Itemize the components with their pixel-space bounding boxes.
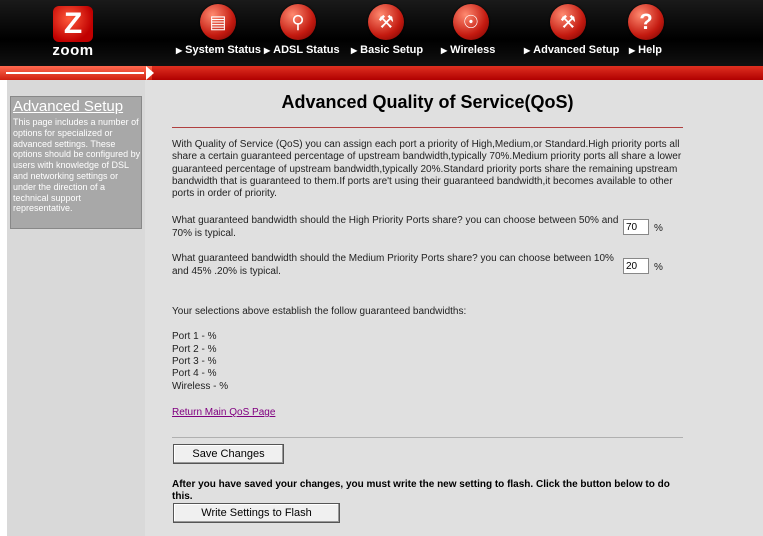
nav-advanced-setup-label[interactable]: Advanced Setup [533, 44, 619, 56]
high-priority-question: What guaranteed bandwidth should the Hig… [172, 215, 619, 239]
port-4-bandwidth: Port 4 - % [172, 368, 217, 379]
sidebar-description: This page includes a number of options f… [13, 117, 141, 214]
nav-basic-setup[interactable]: ⚒ ▶ Basic Setup [351, 0, 423, 66]
port-2-bandwidth: Port 2 - % [172, 344, 217, 355]
nav-advanced-setup[interactable]: ⚒ ▶ Advanced Setup [524, 0, 619, 66]
sidebar-title: Advanced Setup [13, 98, 124, 115]
wrench-icon[interactable]: ⚒ [368, 4, 404, 40]
logo-badge: Z [53, 6, 93, 42]
zoom-logo: Z zoom [40, 6, 106, 60]
magnifier-icon[interactable]: ⚲ [280, 4, 316, 40]
nav-adsl-status-label[interactable]: ADSL Status [273, 44, 339, 56]
sidebar-info-box: Advanced Setup This page includes a numb… [10, 96, 142, 229]
title-divider [172, 127, 683, 128]
question-icon[interactable]: ? [628, 4, 664, 40]
main-content: Advanced Quality of Service(QoS) With Qu… [145, 80, 763, 536]
nav-wireless-label[interactable]: Wireless [450, 44, 495, 56]
intro-text: With Quality of Service (QoS) you can as… [172, 139, 682, 200]
port-1-bandwidth: Port 1 - % [172, 331, 217, 342]
nav-adsl-status[interactable]: ⚲ ▶ ADSL Status [264, 0, 340, 66]
nav-system-status[interactable]: ▤ ▶ System Status [176, 0, 261, 66]
sidebar: Advanced Setup This page includes a numb… [7, 80, 145, 536]
nav-basic-setup-label[interactable]: Basic Setup [360, 44, 423, 56]
nav-wireless[interactable]: ☉ ▶ Wireless [441, 0, 506, 66]
document-icon[interactable]: ▤ [200, 4, 236, 40]
logo-text: zoom [52, 42, 94, 59]
arrow-line [6, 72, 144, 74]
page-title: Advanced Quality of Service(QoS) [281, 92, 574, 112]
write-settings-to-flash-button[interactable]: Write Settings to Flash [173, 503, 340, 523]
tools-icon[interactable]: ⚒ [550, 4, 586, 40]
medium-priority-bandwidth-input[interactable] [623, 258, 649, 274]
nav-help[interactable]: ? ▶ Help [626, 0, 676, 66]
high-percent-label: % [654, 223, 663, 234]
section-divider [172, 437, 683, 438]
high-priority-bandwidth-input[interactable] [623, 219, 649, 235]
selections-text: Your selections above establish the foll… [172, 306, 467, 317]
wireless-bandwidth: Wireless - % [172, 381, 229, 392]
top-header: Z zoom ▤ ▶ System Status ⚲ ▶ ADSL Status ⚒… [0, 0, 763, 66]
medium-percent-label: % [654, 262, 663, 273]
nav-system-status-label[interactable]: System Status [185, 44, 261, 56]
return-main-qos-link[interactable]: Return Main QoS Page [172, 407, 275, 418]
flash-instruction: After you have saved your changes, you m… [172, 479, 670, 502]
save-changes-button[interactable]: Save Changes [173, 444, 284, 464]
nav-help-label[interactable]: Help [638, 44, 662, 56]
antenna-icon[interactable]: ☉ [453, 4, 489, 40]
port-3-bandwidth: Port 3 - % [172, 356, 217, 367]
medium-priority-question: What guaranteed bandwidth should the Med… [172, 253, 614, 277]
